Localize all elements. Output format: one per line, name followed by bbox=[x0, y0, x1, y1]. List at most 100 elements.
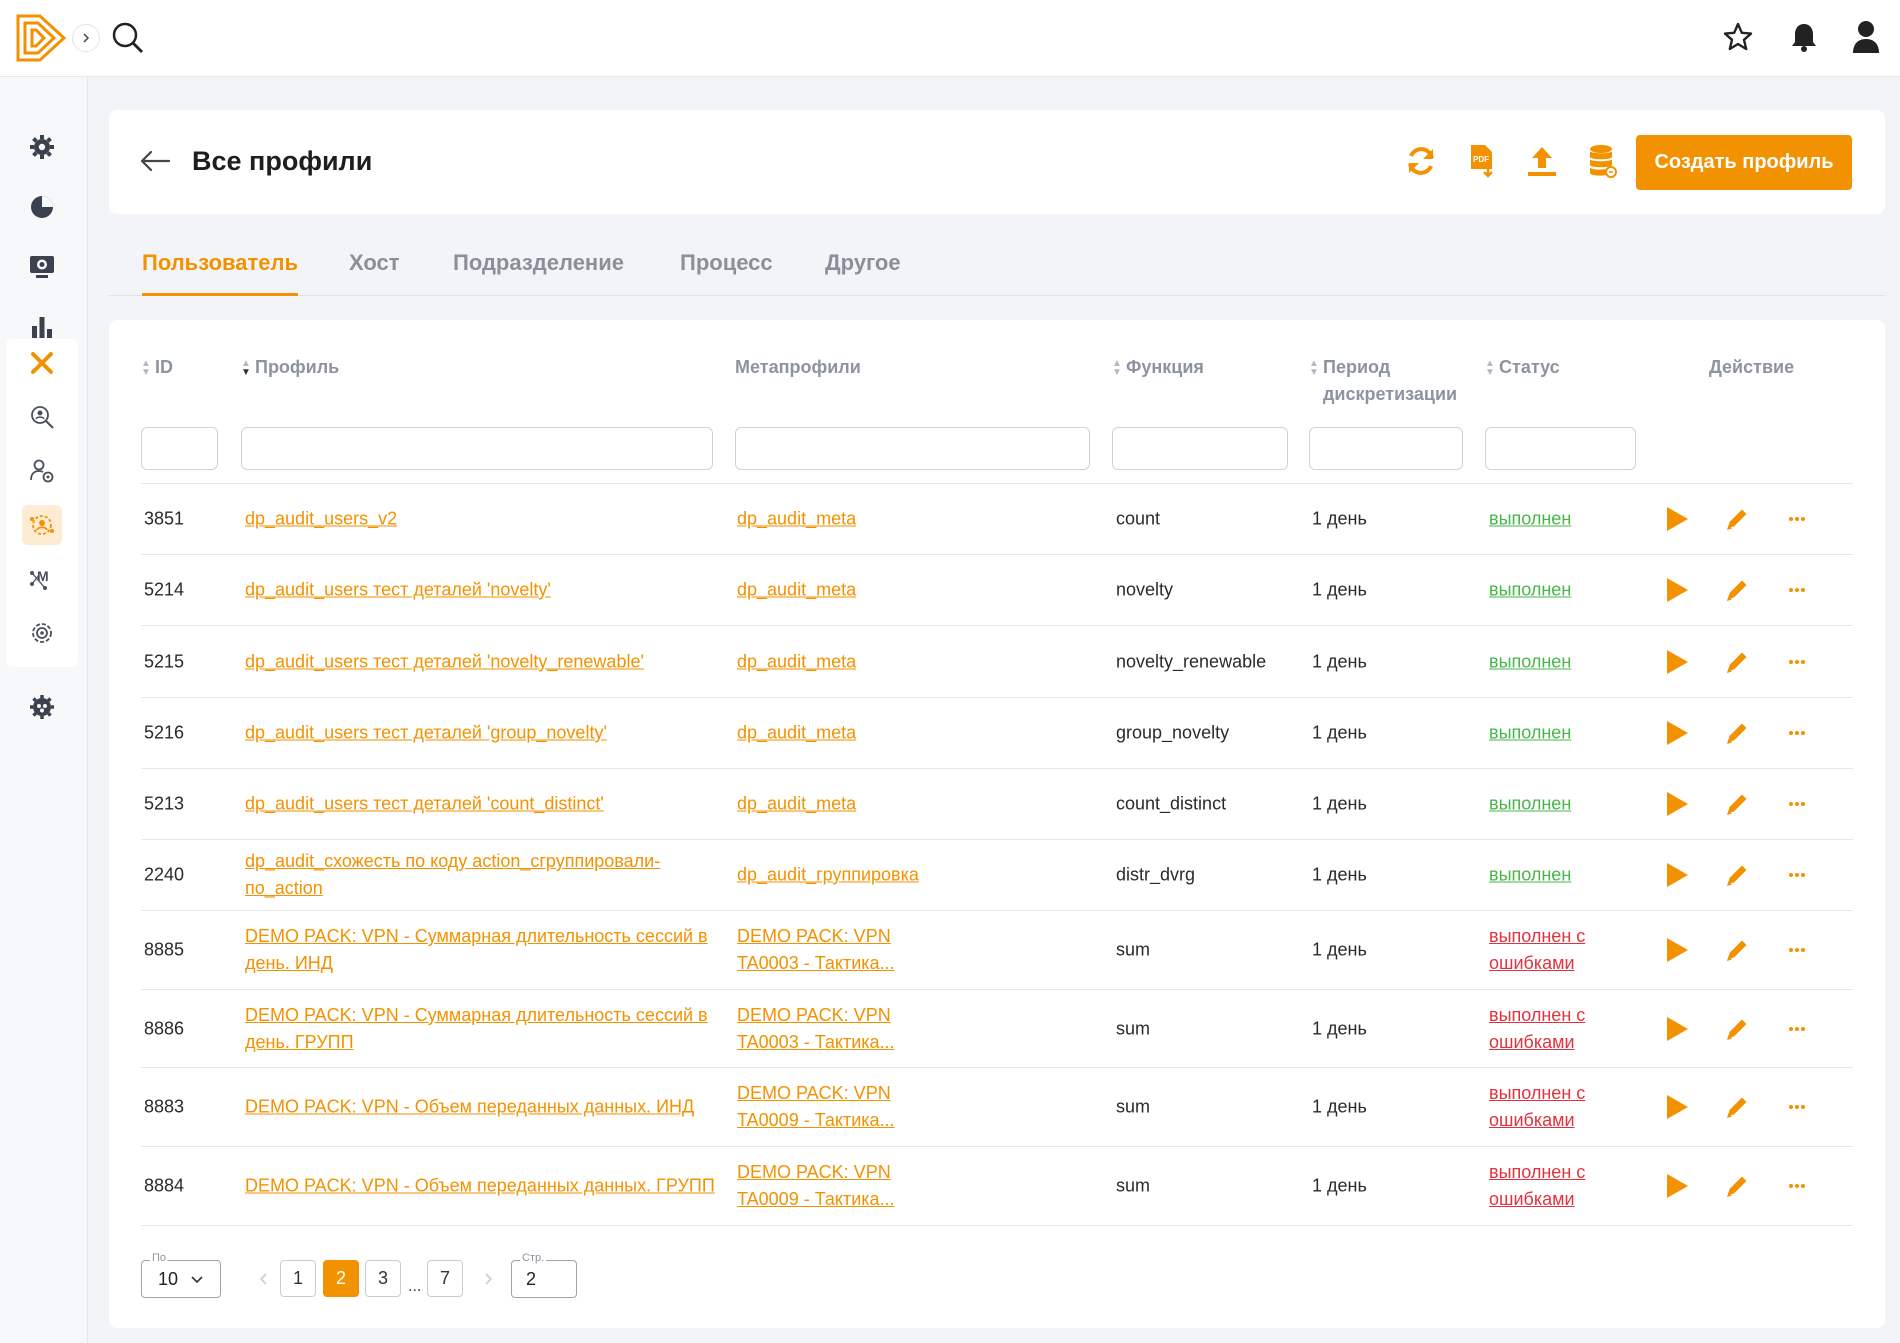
profile-link[interactable]: DEMO PACK: VPN - Суммарная длительность … bbox=[245, 1005, 708, 1025]
profile-link-line2[interactable]: по_action bbox=[245, 878, 323, 898]
status-link[interactable]: выполнен bbox=[1489, 580, 1571, 600]
profile-link[interactable]: dp_audit_users_v2 bbox=[245, 509, 397, 529]
run-button[interactable] bbox=[1662, 935, 1692, 965]
edit-button[interactable] bbox=[1722, 575, 1752, 605]
filter-meta-input[interactable] bbox=[735, 427, 1090, 470]
run-button[interactable] bbox=[1662, 504, 1692, 534]
filter-id-input[interactable] bbox=[141, 427, 218, 470]
database-button[interactable] bbox=[1582, 140, 1624, 182]
filter-profile-input[interactable] bbox=[241, 427, 713, 470]
more-button[interactable] bbox=[1782, 860, 1812, 890]
pdf-export-button[interactable]: PDF bbox=[1461, 140, 1503, 182]
run-button[interactable] bbox=[1662, 647, 1692, 677]
run-button[interactable] bbox=[1662, 860, 1692, 890]
page-button-3[interactable]: 3 bbox=[365, 1260, 401, 1297]
tab-department[interactable]: Подразделение bbox=[453, 250, 624, 296]
sidebar-item-settings[interactable] bbox=[22, 127, 62, 167]
status-link-line2[interactable]: ошибками bbox=[1489, 1032, 1575, 1052]
notifications-button[interactable] bbox=[1786, 18, 1822, 56]
meta-link[interactable]: dp_audit_meta bbox=[737, 794, 856, 814]
create-profile-button[interactable]: Создать профиль bbox=[1636, 135, 1852, 190]
edit-button[interactable] bbox=[1722, 718, 1752, 748]
next-page-button[interactable] bbox=[481, 1270, 495, 1288]
profile-link[interactable]: DEMO PACK: VPN - Объем переданных данных… bbox=[245, 1097, 694, 1117]
meta-link[interactable]: DEMO PACK: VPN bbox=[737, 926, 891, 946]
more-button[interactable] bbox=[1782, 504, 1812, 534]
run-button[interactable] bbox=[1662, 1171, 1692, 1201]
page-button-1[interactable]: 1 bbox=[280, 1260, 316, 1297]
tab-process[interactable]: Процесс bbox=[680, 250, 773, 296]
meta-link[interactable]: DEMO PACK: VPN bbox=[737, 1162, 891, 1182]
meta-link-line2[interactable]: TA0003 - Тактика... bbox=[737, 1032, 895, 1052]
filter-status-input[interactable] bbox=[1485, 427, 1636, 470]
sidebar-item-monitoring[interactable] bbox=[22, 247, 62, 287]
sidebar-item-system[interactable] bbox=[22, 613, 62, 653]
more-button[interactable] bbox=[1782, 1171, 1812, 1201]
profile-link[interactable]: dp_audit_users тест деталей 'group_novel… bbox=[245, 723, 607, 743]
status-link[interactable]: выполнен с bbox=[1489, 926, 1585, 946]
meta-link[interactable]: DEMO PACK: VPN bbox=[737, 1083, 891, 1103]
column-header-id[interactable]: ▲ ▼ ID bbox=[141, 354, 173, 381]
more-button[interactable] bbox=[1782, 575, 1812, 605]
prev-page-button[interactable] bbox=[257, 1270, 271, 1288]
tab-other[interactable]: Другое bbox=[825, 250, 901, 296]
sidebar-item-search-users[interactable] bbox=[22, 397, 62, 437]
meta-link[interactable]: DEMO PACK: VPN bbox=[737, 1005, 891, 1025]
tab-host[interactable]: Хост bbox=[349, 250, 400, 296]
sidebar-item-profiles[interactable] bbox=[22, 505, 62, 545]
profile-link[interactable]: dp_audit_схожесть по коду action_сгруппи… bbox=[245, 851, 660, 871]
meta-link[interactable]: dp_audit_meta bbox=[737, 651, 856, 671]
logo-icon[interactable] bbox=[14, 12, 70, 64]
edit-button[interactable] bbox=[1722, 1171, 1752, 1201]
run-button[interactable] bbox=[1662, 575, 1692, 605]
more-button[interactable] bbox=[1782, 1014, 1812, 1044]
edit-button[interactable] bbox=[1722, 1092, 1752, 1122]
profile-link[interactable]: dp_audit_users тест деталей 'count_disti… bbox=[245, 794, 604, 814]
sidebar-item-ml[interactable]: M bbox=[22, 559, 62, 599]
profile-link-line2[interactable]: день. ИНД bbox=[245, 953, 333, 973]
status-link[interactable]: выполнен bbox=[1489, 794, 1571, 814]
filter-period-input[interactable] bbox=[1309, 427, 1463, 470]
per-page-select[interactable]: По 10 bbox=[141, 1252, 221, 1298]
meta-link[interactable]: dp_audit_meta bbox=[737, 509, 856, 529]
tab-user[interactable]: Пользователь bbox=[142, 250, 299, 296]
meta-link[interactable]: dp_audit_meta bbox=[737, 723, 856, 743]
run-button[interactable] bbox=[1662, 789, 1692, 819]
search-button[interactable] bbox=[110, 20, 146, 56]
meta-link-line2[interactable]: TA0009 - Тактика... bbox=[737, 1110, 895, 1130]
sidebar-item-dashboard[interactable] bbox=[22, 187, 62, 227]
status-link[interactable]: выполнен bbox=[1489, 723, 1571, 743]
status-link[interactable]: выполнен bbox=[1489, 509, 1571, 529]
run-button[interactable] bbox=[1662, 1014, 1692, 1044]
sidebar-item-user-settings[interactable] bbox=[22, 451, 62, 491]
edit-button[interactable] bbox=[1722, 789, 1752, 819]
status-link-line2[interactable]: ошибками bbox=[1489, 1110, 1575, 1130]
status-link[interactable]: выполнен bbox=[1489, 651, 1571, 671]
column-header-function[interactable]: ▲ ▼ Функция bbox=[1112, 354, 1204, 381]
sidebar-item-integrations[interactable] bbox=[22, 687, 62, 727]
column-header-period[interactable]: ▲ ▼ Период дискретизации bbox=[1309, 354, 1457, 408]
profile-link-line2[interactable]: день. ГРУПП bbox=[245, 1032, 354, 1052]
more-button[interactable] bbox=[1782, 1092, 1812, 1122]
status-link[interactable]: выполнен с bbox=[1489, 1162, 1585, 1182]
favorites-button[interactable] bbox=[1720, 18, 1756, 56]
page-button-2[interactable]: 2 bbox=[323, 1260, 359, 1297]
meta-link[interactable]: dp_audit_meta bbox=[737, 580, 856, 600]
page-button-7[interactable]: 7 bbox=[427, 1260, 463, 1297]
meta-link[interactable]: dp_audit_группировка bbox=[737, 865, 919, 885]
edit-button[interactable] bbox=[1722, 1014, 1752, 1044]
refresh-button[interactable] bbox=[1400, 140, 1442, 182]
status-link-line2[interactable]: ошибками bbox=[1489, 953, 1575, 973]
goto-page-input[interactable]: Стр. 2 bbox=[511, 1252, 577, 1298]
status-link[interactable]: выполнен с bbox=[1489, 1083, 1585, 1103]
run-button[interactable] bbox=[1662, 1092, 1692, 1122]
profile-link[interactable]: dp_audit_users тест деталей 'novelty_ren… bbox=[245, 651, 644, 671]
edit-button[interactable] bbox=[1722, 504, 1752, 534]
run-button[interactable] bbox=[1662, 718, 1692, 748]
edit-button[interactable] bbox=[1722, 860, 1752, 890]
sidebar-toggle-button[interactable] bbox=[72, 24, 100, 52]
filter-function-input[interactable] bbox=[1112, 427, 1288, 470]
status-link[interactable]: выполнен с bbox=[1489, 1005, 1585, 1025]
back-button[interactable] bbox=[139, 146, 173, 176]
sidebar-item-tools[interactable] bbox=[22, 343, 62, 383]
